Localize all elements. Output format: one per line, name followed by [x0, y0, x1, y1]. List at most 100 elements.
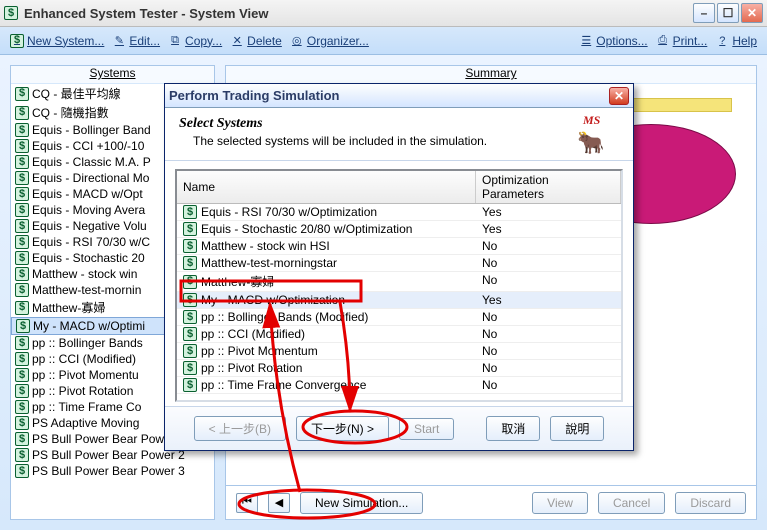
systems-list-item-label: Equis - Negative Volu — [32, 219, 147, 233]
col-name[interactable]: Name — [177, 171, 476, 203]
options-button[interactable]: ☰Options... — [575, 32, 651, 50]
cancel-button[interactable]: Cancel — [598, 492, 665, 514]
table-row[interactable]: $ Equis - RSI 70/30 w/Optimization Yes — [177, 204, 621, 221]
row-optimization: No — [476, 360, 621, 376]
dollar-icon: $ — [183, 293, 197, 307]
maximize-button[interactable]: ☐ — [717, 3, 739, 23]
back-button[interactable]: < 上一步(B) — [194, 416, 286, 441]
dollar-icon: $ — [183, 378, 197, 392]
row-optimization: Yes — [476, 221, 621, 237]
start-button[interactable]: Start — [399, 418, 454, 440]
dialog-title: Perform Trading Simulation — [169, 88, 339, 103]
first-button[interactable]: ⏮ — [236, 493, 258, 513]
dollar-icon: $ — [15, 432, 29, 446]
row-optimization: Yes — [476, 204, 621, 220]
col-optimization[interactable]: Optimization Parameters — [476, 171, 621, 203]
table-row[interactable]: $ pp :: Bollinger Bands (Modified) No — [177, 309, 621, 326]
simulation-wizard-dialog: Perform Trading Simulation ✕ Select Syst… — [164, 83, 634, 451]
pencil-icon: ✎ — [112, 34, 126, 48]
systems-list-item-label: pp :: CCI (Modified) — [32, 352, 136, 366]
row-optimization: No — [476, 272, 621, 291]
row-optimization: No — [476, 377, 621, 393]
help-icon: ? — [715, 34, 729, 48]
table-row[interactable]: $pp :: Time Frame ConvergenceNo — [177, 377, 621, 394]
new-system-button[interactable]: $New System... — [6, 32, 108, 50]
options-icon: ☰ — [579, 34, 593, 48]
next-button[interactable]: 下一步(N) > — [296, 416, 389, 441]
row-optimization: No — [476, 238, 621, 254]
dollar-icon: $ — [15, 235, 29, 249]
new-simulation-button[interactable]: New Simulation... — [300, 492, 423, 514]
dollar-icon: $ — [15, 384, 29, 398]
window-title: Enhanced System Tester - System View — [24, 6, 268, 21]
table-row[interactable]: $pp :: CCI (Modified)No — [177, 326, 621, 343]
dollar-icon: $ — [15, 106, 29, 120]
dialog-cancel-button[interactable]: 取消 — [486, 416, 540, 441]
window-close-button[interactable]: ✕ — [741, 3, 763, 23]
copy-button[interactable]: ⧉Copy... — [164, 32, 226, 50]
row-name: pp :: CCI (Modified) — [201, 327, 305, 341]
discard-button[interactable]: Discard — [675, 492, 746, 514]
systems-list-item-label: My - MACD w/Optimi — [33, 319, 145, 333]
dollar-icon: $ — [15, 336, 29, 350]
row-name: pp :: Bollinger Bands (Modified) — [201, 310, 368, 324]
systems-list-item-label: Equis - RSI 70/30 w/C — [32, 235, 150, 249]
systems-list-item-label: PS Bull Power Bear Power 2 — [32, 448, 185, 462]
dollar-icon: $ — [183, 361, 197, 375]
row-name: pp :: Pivot Momentum — [201, 344, 318, 358]
table-row[interactable]: $Matthew-寡婦No — [177, 272, 621, 292]
systems-list-item-label: CQ - 隨機指數 — [32, 104, 109, 121]
systems-table[interactable]: Name Optimization Parameters $ Equis - RS… — [175, 169, 623, 402]
table-row[interactable]: $Matthew - stock win HSINo — [177, 238, 621, 255]
systems-list-item-label: pp :: Pivot Momentu — [32, 368, 139, 382]
table-row[interactable]: $Matthew-test-morningstarNo — [177, 255, 621, 272]
systems-list-item-label: pp :: Time Frame Co — [32, 400, 141, 414]
minimize-button[interactable]: – — [693, 3, 715, 23]
dollar-icon: $ — [15, 87, 29, 101]
row-name: Matthew-test-morningstar — [201, 256, 337, 270]
row-optimization: No — [476, 255, 621, 271]
systems-list-item-label: Equis - Bollinger Band — [32, 123, 151, 137]
app-icon: $ — [4, 6, 18, 20]
row-name: Equis - RSI 70/30 w/Optimization — [201, 205, 377, 219]
dollar-icon: $ — [183, 344, 197, 358]
table-row[interactable]: $My - MACD w/OptimizationYes — [177, 292, 621, 309]
dollar-icon: $ — [10, 34, 24, 48]
table-row[interactable]: $pp :: Pivot RotationNo — [177, 360, 621, 377]
systems-header: Systems — [11, 66, 214, 84]
prev-button[interactable]: ◀ — [268, 493, 290, 513]
table-row[interactable]: $ Equis - Stochastic 20/80 w/Optimization… — [177, 221, 621, 238]
dollar-icon: $ — [183, 310, 197, 324]
dialog-button-bar: < 上一步(B) 下一步(N) > Start 取消 說明 — [165, 406, 633, 450]
help-button[interactable]: ?Help — [711, 32, 761, 50]
table-row[interactable]: $ pp :: Pivot Momentum No — [177, 343, 621, 360]
row-optimization: No — [476, 309, 621, 325]
summary-bottom-bar: ⏮ ◀ New Simulation... View Cancel Discar… — [226, 485, 756, 519]
systems-list-item[interactable]: $PS Bull Power Bear Power 3 — [11, 463, 214, 479]
systems-list-item-label: PS Bull Power Bear Power 1 — [32, 432, 185, 446]
summary-header: Summary — [226, 66, 756, 84]
organizer-button[interactable]: ◎Organizer... — [286, 32, 373, 50]
delete-icon: ✕ — [230, 34, 244, 48]
systems-list-item-label: Equis - CCI +100/-10 — [32, 139, 144, 153]
dollar-icon: $ — [15, 251, 29, 265]
dialog-close-button[interactable]: ✕ — [609, 87, 629, 105]
dollar-icon: $ — [15, 464, 29, 478]
systems-list-item-label: pp :: Bollinger Bands — [32, 336, 143, 350]
dialog-help-button[interactable]: 說明 — [550, 416, 604, 441]
dollar-icon: $ — [15, 400, 29, 414]
dollar-icon: $ — [183, 239, 197, 253]
row-optimization: No — [476, 343, 621, 359]
delete-button[interactable]: ✕Delete — [226, 32, 286, 50]
dollar-icon: $ — [15, 155, 29, 169]
dollar-icon: $ — [15, 283, 29, 297]
view-button[interactable]: View — [532, 492, 588, 514]
dollar-icon: $ — [15, 171, 29, 185]
systems-list-item-label: CQ - 最佳平均線 — [32, 85, 121, 102]
dollar-icon: $ — [183, 205, 197, 219]
print-button[interactable]: ⎙Print... — [652, 32, 712, 50]
dollar-icon: $ — [183, 222, 197, 236]
row-name: Equis - Stochastic 20/80 w/Optimization — [201, 222, 412, 236]
edit-button[interactable]: ✎Edit... — [108, 32, 164, 50]
organizer-icon: ◎ — [290, 34, 304, 48]
